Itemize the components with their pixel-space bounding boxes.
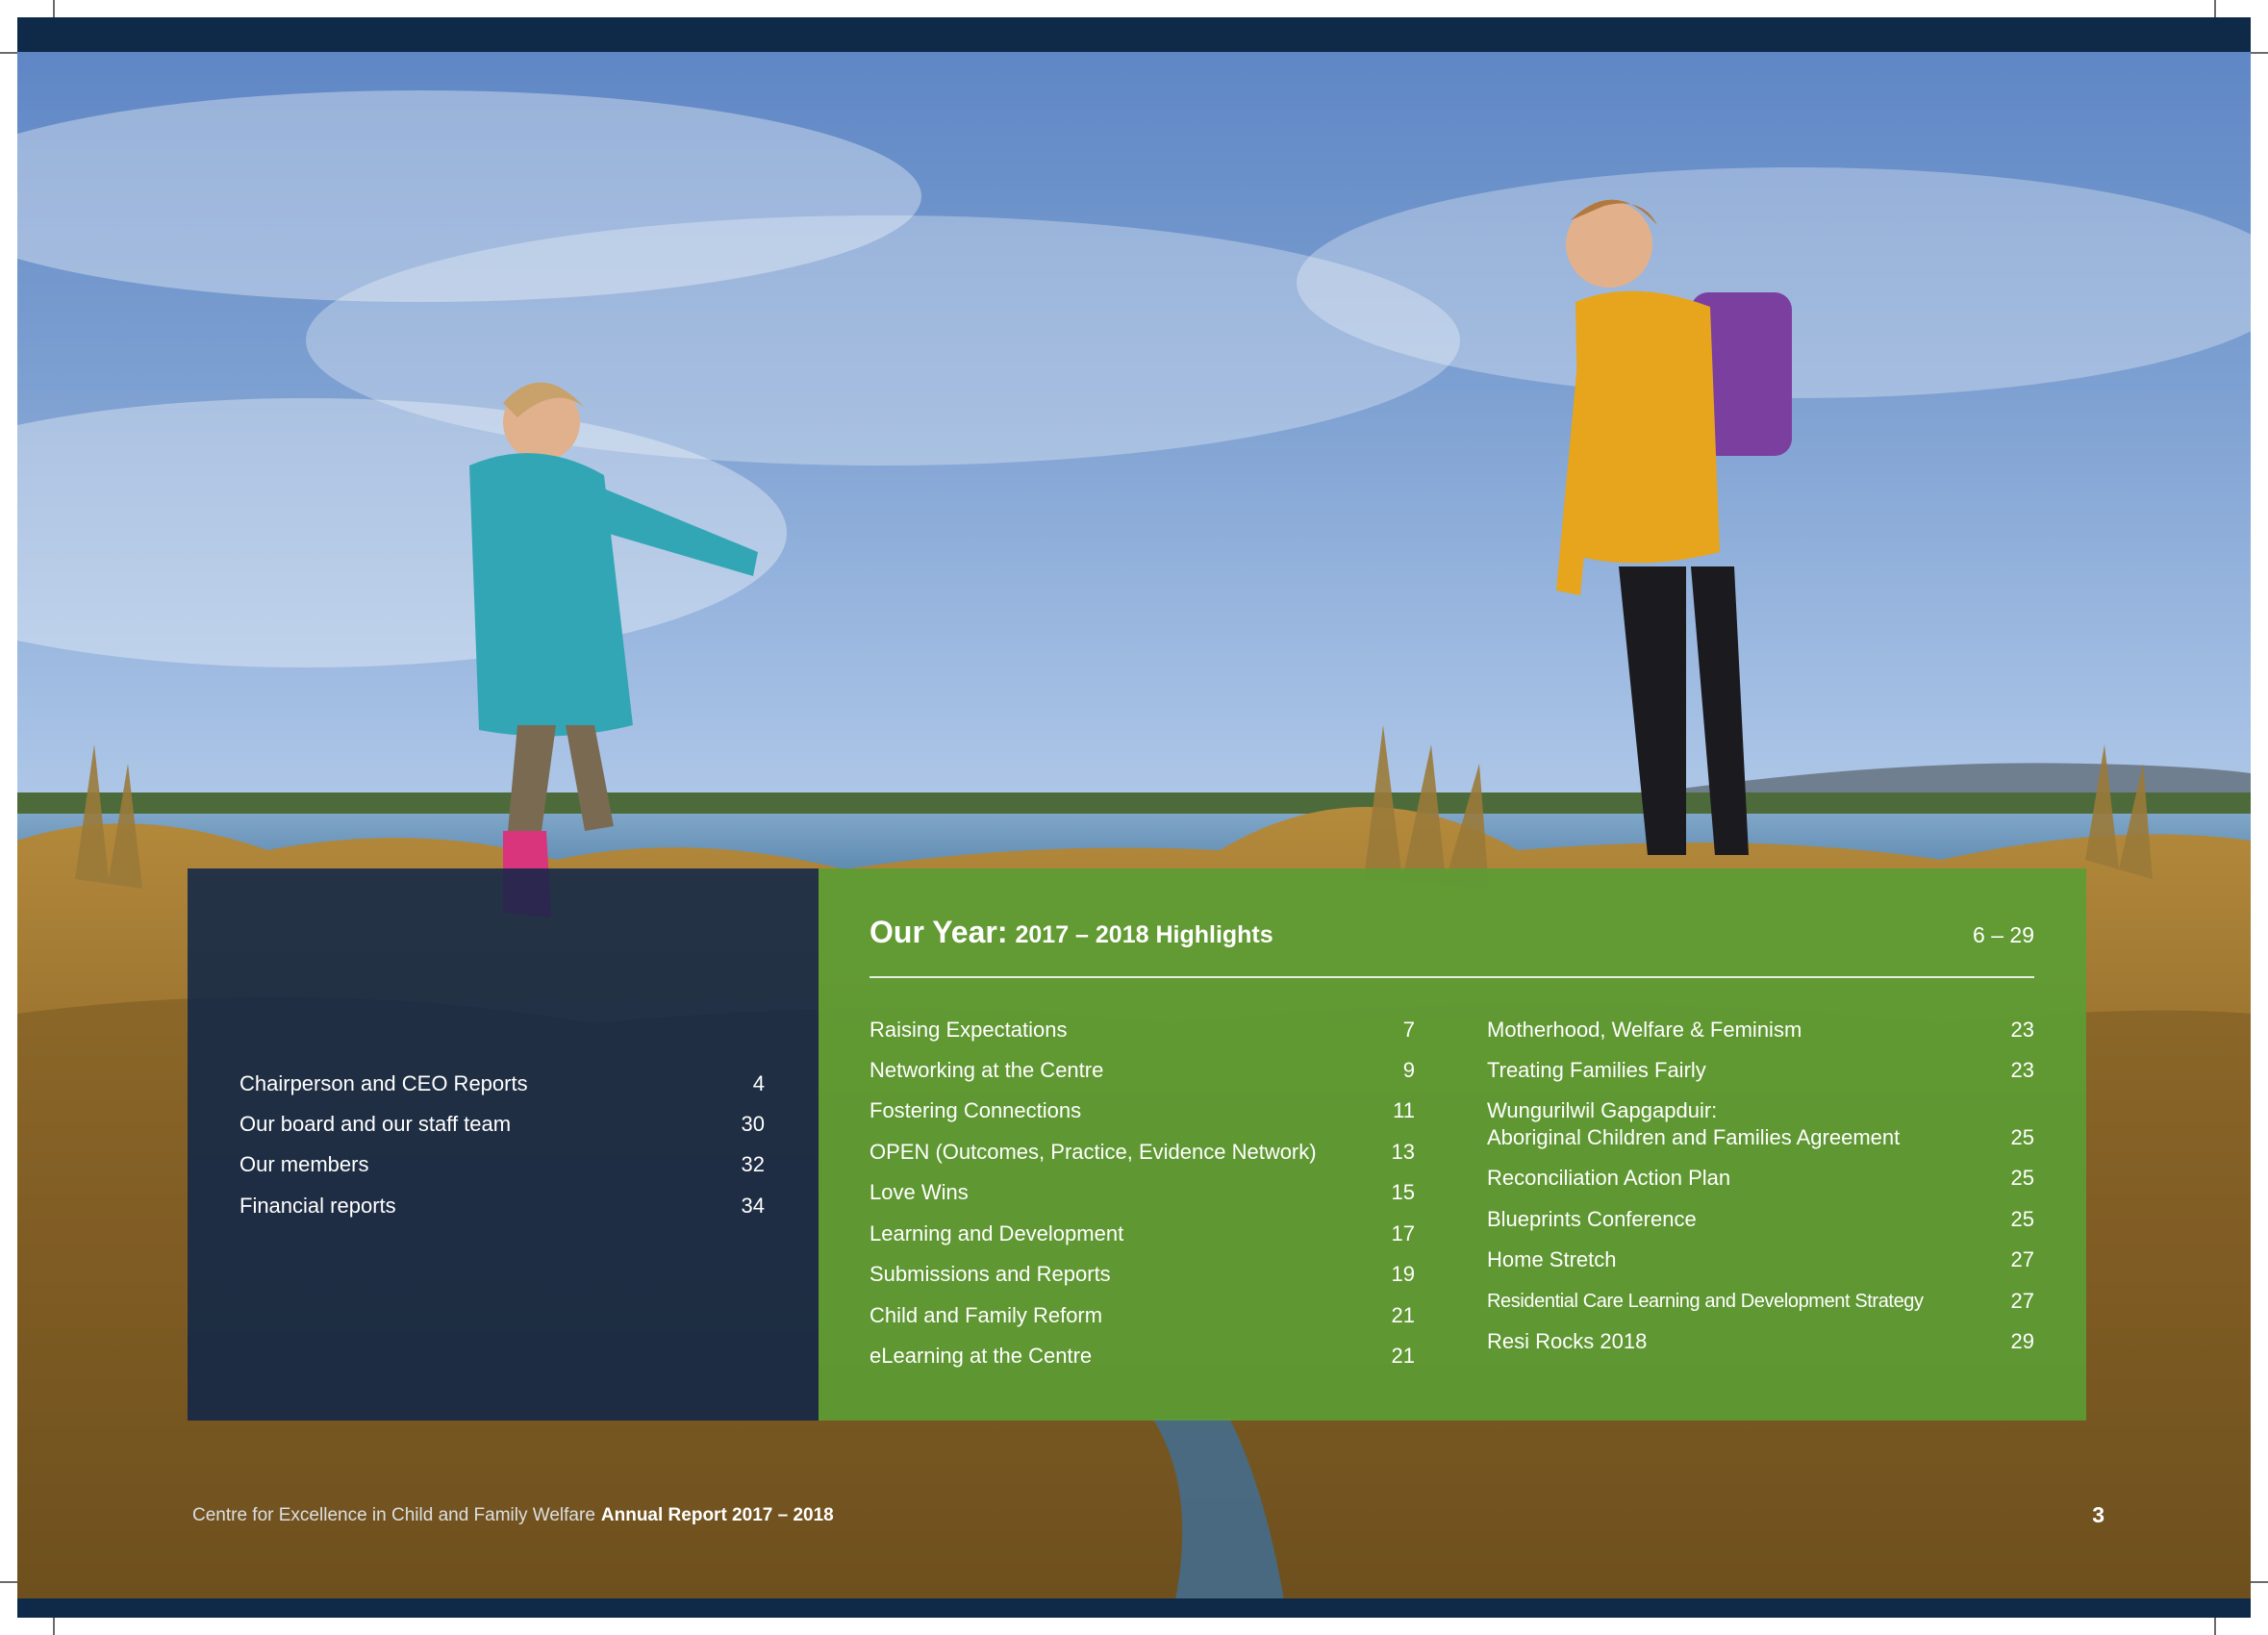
highlight-label-line1: Wungurilwil Gapgapduir: (1487, 1098, 1718, 1122)
highlight-label: Reconciliation Action Plan (1487, 1166, 1731, 1190)
highlight-page: 23 (2010, 1058, 2034, 1082)
toc-entry-page: 30 (741, 1112, 765, 1136)
highlight-page: 7 (1402, 1018, 1415, 1042)
highlight-entry[interactable]: Submissions and Reports 19 (869, 1261, 1415, 1288)
highlight-label: Learning and Development (869, 1221, 1124, 1245)
contents-panel: Chairperson and CEO Reports 4 Our board … (188, 868, 819, 1421)
highlight-entry[interactable]: Love Wins 15 (869, 1179, 1415, 1206)
toc-entry[interactable]: Our board and our staff team 30 (239, 1111, 765, 1138)
highlight-entry[interactable]: Child and Family Reform 21 (869, 1302, 1415, 1329)
highlights-panel: Our Year: 2017 – 2018 Highlights 6 – 29 R… (819, 868, 2086, 1421)
woman-figure (1556, 199, 1792, 855)
highlights-title-main: Our Year: (869, 915, 1008, 949)
highlight-label: Networking at the Centre (869, 1058, 1104, 1082)
highlight-page: 19 (1391, 1262, 1415, 1286)
report-page: Chairperson and CEO Reports 4 Our board … (17, 17, 2251, 1618)
toc-entry-label: Chairperson and CEO Reports (239, 1071, 528, 1095)
toc-entry[interactable]: Financial reports 34 (239, 1193, 765, 1220)
highlight-entry[interactable]: Reconciliation Action Plan 25 (1487, 1165, 2034, 1192)
highlight-page: 27 (2010, 1289, 2034, 1313)
highlight-page: 21 (1391, 1303, 1415, 1327)
toc-entry-label: Our board and our staff team (239, 1112, 512, 1136)
highlight-page: 15 (1391, 1180, 1415, 1204)
divider (869, 976, 2034, 978)
highlight-entry[interactable]: Home Stretch 27 (1487, 1246, 2034, 1273)
highlight-label: Blueprints Conference (1487, 1207, 1697, 1231)
highlight-label-line2: Aboriginal Children and Families Agreeme… (1487, 1125, 1901, 1149)
highlight-entry[interactable]: Raising Expectations 7 (869, 1017, 1415, 1044)
highlight-label: Resi Rocks 2018 (1487, 1329, 1648, 1353)
toc-entry-page: 32 (741, 1152, 765, 1176)
highlight-entry[interactable]: Wungurilwil Gapgapduir: Aboriginal Child… (1487, 1097, 2034, 1151)
highlight-page: 21 (1391, 1344, 1415, 1368)
toc-entry-page: 34 (741, 1194, 765, 1218)
highlight-entry[interactable]: Fostering Connections 11 (869, 1097, 1415, 1124)
highlight-label: Home Stretch (1487, 1247, 1617, 1271)
highlight-label: Love Wins (869, 1180, 969, 1204)
toc-entry-label: Our members (239, 1152, 369, 1176)
bottom-bar (17, 1598, 2251, 1618)
highlight-label: OPEN (Outcomes, Practice, Evidence Netwo… (869, 1140, 1317, 1164)
highlight-entry[interactable]: Blueprints Conference 25 (1487, 1206, 2034, 1233)
highlight-label: Fostering Connections (869, 1098, 1082, 1122)
highlight-entry[interactable]: Learning and Development 17 (869, 1220, 1415, 1247)
highlights-title: Our Year: 2017 – 2018 Highlights (869, 915, 1273, 950)
page-footer: Centre for Excellence in Child and Famil… (192, 1505, 834, 1526)
highlight-page: 9 (1402, 1058, 1415, 1082)
highlight-label: Residential Care Learning and Developmen… (1487, 1291, 1924, 1312)
toc-entry[interactable]: Our members 32 (239, 1151, 765, 1178)
highlight-entry[interactable]: Motherhood, Welfare & Feminism 23 (1487, 1017, 2034, 1044)
toc-entry[interactable]: Chairperson and CEO Reports 4 (239, 1070, 765, 1097)
highlight-label: Child and Family Reform (869, 1303, 1103, 1327)
highlight-page: 25 (2010, 1166, 2034, 1190)
highlight-page: 25 (2010, 1207, 2034, 1231)
highlight-page: 11 (1393, 1098, 1415, 1122)
highlight-label: eLearning at the Centre (869, 1344, 1093, 1368)
footer-organisation: Centre for Excellence in Child and Famil… (192, 1505, 595, 1525)
highlight-page: 29 (2010, 1329, 2034, 1353)
highlight-entry[interactable]: Networking at the Centre 9 (869, 1057, 1415, 1084)
highlight-entry[interactable]: Treating Families Fairly 23 (1487, 1057, 2034, 1084)
footer-report-title: Annual Report 2017 – 2018 (600, 1505, 834, 1525)
highlight-entry[interactable]: eLearning at the Centre 21 (869, 1343, 1415, 1370)
toc-entry-label: Financial reports (239, 1194, 396, 1218)
highlights-page-range[interactable]: 6 – 29 (1973, 922, 2034, 948)
page-number: 3 (2092, 1502, 2104, 1527)
highlight-label-multiline: Wungurilwil Gapgapduir: Aboriginal Child… (1487, 1097, 1900, 1151)
highlights-header: Our Year: 2017 – 2018 Highlights 6 – 29 (869, 915, 2034, 950)
highlight-entry[interactable]: Resi Rocks 2018 29 (1487, 1328, 2034, 1355)
highlight-page: 13 (1391, 1140, 1415, 1164)
highlight-entry[interactable]: Residential Care Learning and Developmen… (1487, 1288, 2034, 1315)
toc-entry-page: 4 (752, 1071, 765, 1095)
highlight-label: Motherhood, Welfare & Feminism (1487, 1018, 1802, 1042)
highlight-label: Submissions and Reports (869, 1262, 1111, 1286)
highlight-page: 23 (2010, 1018, 2034, 1042)
highlights-title-sub: 2017 – 2018 Highlights (1015, 921, 1273, 948)
highlight-page: 27 (2010, 1247, 2034, 1271)
highlight-page: 25 (2010, 1125, 2034, 1149)
highlight-label: Raising Expectations (869, 1018, 1068, 1042)
highlight-entry[interactable]: OPEN (Outcomes, Practice, Evidence Netwo… (869, 1139, 1415, 1166)
highlight-page: 17 (1391, 1221, 1415, 1245)
highlight-label: Treating Families Fairly (1487, 1058, 1706, 1082)
